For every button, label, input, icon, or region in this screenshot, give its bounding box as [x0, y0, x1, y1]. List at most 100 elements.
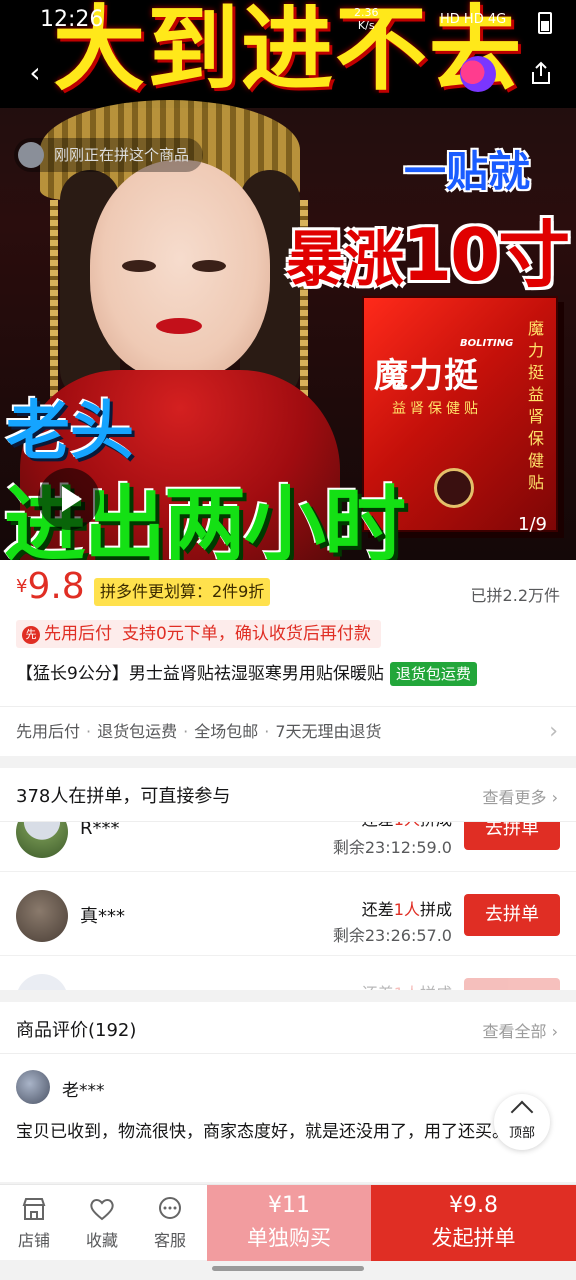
group-buy-more-label: 查看更多 [482, 788, 547, 807]
need-prefix: 还差 [362, 984, 394, 990]
refund-shipping-badge: 退货包运费 [389, 662, 477, 686]
chevron-right-icon: › [551, 1022, 558, 1041]
group-buy-header[interactable]: 378人在拼单，可直接参与 查看更多 › [0, 768, 576, 822]
store-icon [22, 1198, 46, 1220]
back-button[interactable]: ‹ [12, 50, 58, 96]
join-group-button[interactable]: 去拼单 [464, 822, 560, 850]
avatar [16, 822, 68, 858]
ticker-text: 刚刚正在拼这个商品 [54, 146, 190, 164]
group-buy-more-link[interactable]: 查看更多 › [482, 784, 558, 808]
group-buy-section: 378人在拼单，可直接参与 查看更多 › R*** 还差1人拼成 剩余23:12… [0, 768, 576, 990]
product-image-carousel[interactable]: 大到进不去 BOLITING 魔力挺 益肾保健贴 魔力挺益肾保健贴 一贴就 暴涨… [0, 0, 576, 560]
reviews-more-label: 查看全部 [482, 1022, 547, 1041]
group-need-text: 还差1人拼成 [362, 980, 452, 990]
group-row: 还差1人拼成 [0, 956, 576, 990]
share-icon [532, 61, 550, 84]
back-to-top-button[interactable]: 顶部 [494, 1094, 550, 1150]
join-group-button[interactable]: 去拼单 [464, 894, 560, 936]
bride-face [90, 160, 270, 380]
heart-icon [90, 1199, 114, 1221]
group-row: R*** 还差1人拼成 剩余23:12:59.0 去拼单 [0, 822, 576, 872]
app-logo-icon[interactable] [460, 56, 496, 92]
join-group-button[interactable] [464, 978, 560, 990]
need-count: 1人 [394, 822, 420, 829]
favorite-label: 收藏 [85, 1231, 118, 1250]
store-button[interactable]: 店铺 [0, 1185, 68, 1261]
crown-tassel [50, 200, 58, 400]
service-guarantees[interactable]: 先用后付 · 退货包运费 · 全场包邮 · 7天无理由退货 › [0, 706, 576, 756]
reviewer-name: 老*** [62, 1081, 105, 1101]
arrow-up-icon [510, 1100, 534, 1124]
avatar [18, 142, 44, 168]
service-item: 全场包邮 [194, 722, 259, 741]
product-title: 【猛长9公分】男士益肾贴祛湿驱寒男用贴保暖贴 退货包运费 [16, 660, 564, 688]
favorite-button[interactable]: 收藏 [68, 1185, 136, 1261]
pay-later-icon: 先 [22, 626, 40, 644]
review-text: 宝贝已收到，物流很快，商家态度好，就是还没用了，用了还买。 [16, 1122, 509, 1142]
chevron-left-icon: ‹ [29, 56, 41, 89]
need-suffix: 拼成 [420, 984, 452, 990]
service-item: 先用后付 [16, 722, 81, 741]
pay-later-banner[interactable]: 先先用后付 支持0元下单，确认收货后再付款 [16, 620, 381, 648]
share-button[interactable] [518, 50, 564, 96]
separator: · [264, 722, 270, 741]
promo-text-2b: 10寸 [402, 213, 570, 297]
bride-lips [156, 318, 202, 334]
pay-later-desc: 支持0元下单，确认收货后再付款 [122, 624, 371, 644]
group-need-text: 还差1人拼成 [362, 822, 452, 830]
group-buy-price: ¥9.8 [449, 1193, 498, 1218]
bride-eye [192, 260, 226, 272]
start-group-buy-button[interactable]: ¥9.8 发起拼单 [371, 1185, 576, 1261]
group-row: 真*** 还差1人拼成 剩余23:26:57.0 去拼单 [0, 872, 576, 956]
status-time: 12:26 [40, 7, 104, 32]
need-suffix: 拼成 [420, 822, 452, 829]
group-buy-list[interactable]: R*** 还差1人拼成 剩余23:12:59.0 去拼单 真*** 还差1人拼成… [0, 822, 576, 990]
reviews-more-link[interactable]: 查看全部 › [482, 1018, 558, 1042]
group-buy-title: 378人在拼单，可直接参与 [16, 786, 231, 807]
net-speed-value: 2.36 [354, 6, 379, 19]
price-currency: ¥ [16, 576, 28, 597]
service-item: 退货包运费 [97, 722, 178, 741]
net-speed-unit: K/s [357, 19, 375, 32]
multi-buy-deal-tag[interactable]: 拼多件更划算：2件9折 [94, 578, 271, 606]
play-video-button[interactable] [38, 468, 100, 530]
need-count: 1人 [394, 984, 420, 990]
reviews-title: 商品评价(192) [16, 1020, 137, 1041]
need-prefix: 还差 [361, 900, 394, 919]
product-side-text: 魔力挺益肾保健贴 [528, 319, 545, 492]
chat-icon [159, 1197, 181, 1219]
group-buy-label: 发起拼单 [431, 1226, 516, 1250]
group-remaining-time: 剩余23:12:59.0 [332, 838, 452, 857]
separator: · [86, 722, 92, 741]
pay-later-label: 先用后付 [44, 624, 112, 644]
buy-alone-price: ¥11 [268, 1193, 310, 1218]
buy-alone-button[interactable]: ¥11 单独购买 [207, 1185, 371, 1261]
promo-text-1: 一贴就 [404, 147, 531, 196]
reviews-section: 商品评价(192) 查看全部 › 老*** 宝贝已收到，物流很快，商家态度好，就… [0, 1002, 576, 1182]
need-suffix: 拼成 [419, 900, 452, 919]
price-value: 9.8 [27, 566, 85, 607]
reviews-header[interactable]: 商品评价(192) 查看全部 › [0, 1002, 576, 1054]
status-net-speed: 2.36 K/s [354, 6, 379, 32]
home-indicator[interactable] [212, 1266, 364, 1271]
avatar [16, 974, 68, 990]
promo-text-2: 暴涨10寸 [286, 196, 570, 301]
product-price: ¥9.8 [16, 566, 85, 607]
battery-icon [538, 12, 552, 34]
customer-service-label: 客服 [153, 1231, 186, 1250]
group-need-text: 还差1人拼成 [362, 896, 452, 920]
recent-buyer-ticker: 刚刚正在拼这个商品 [14, 138, 204, 172]
avatar [16, 890, 68, 942]
sold-count: 已拼2.2万件 [470, 586, 560, 605]
status-bar: 12:26 2.36 K/s HD HD 4G [0, 0, 576, 40]
bride-eye [122, 260, 156, 272]
product-seal-icon [434, 468, 474, 508]
product-subtitle: 益肾保健贴 [392, 401, 482, 417]
store-label: 店铺 [17, 1231, 50, 1250]
chevron-right-icon: › [551, 788, 558, 807]
avatar [16, 1070, 50, 1104]
back-to-top-label: 顶部 [508, 1126, 535, 1141]
product-brand: 魔力挺 [374, 356, 479, 396]
status-network: HD HD 4G [440, 12, 507, 27]
customer-service-button[interactable]: 客服 [136, 1185, 204, 1261]
